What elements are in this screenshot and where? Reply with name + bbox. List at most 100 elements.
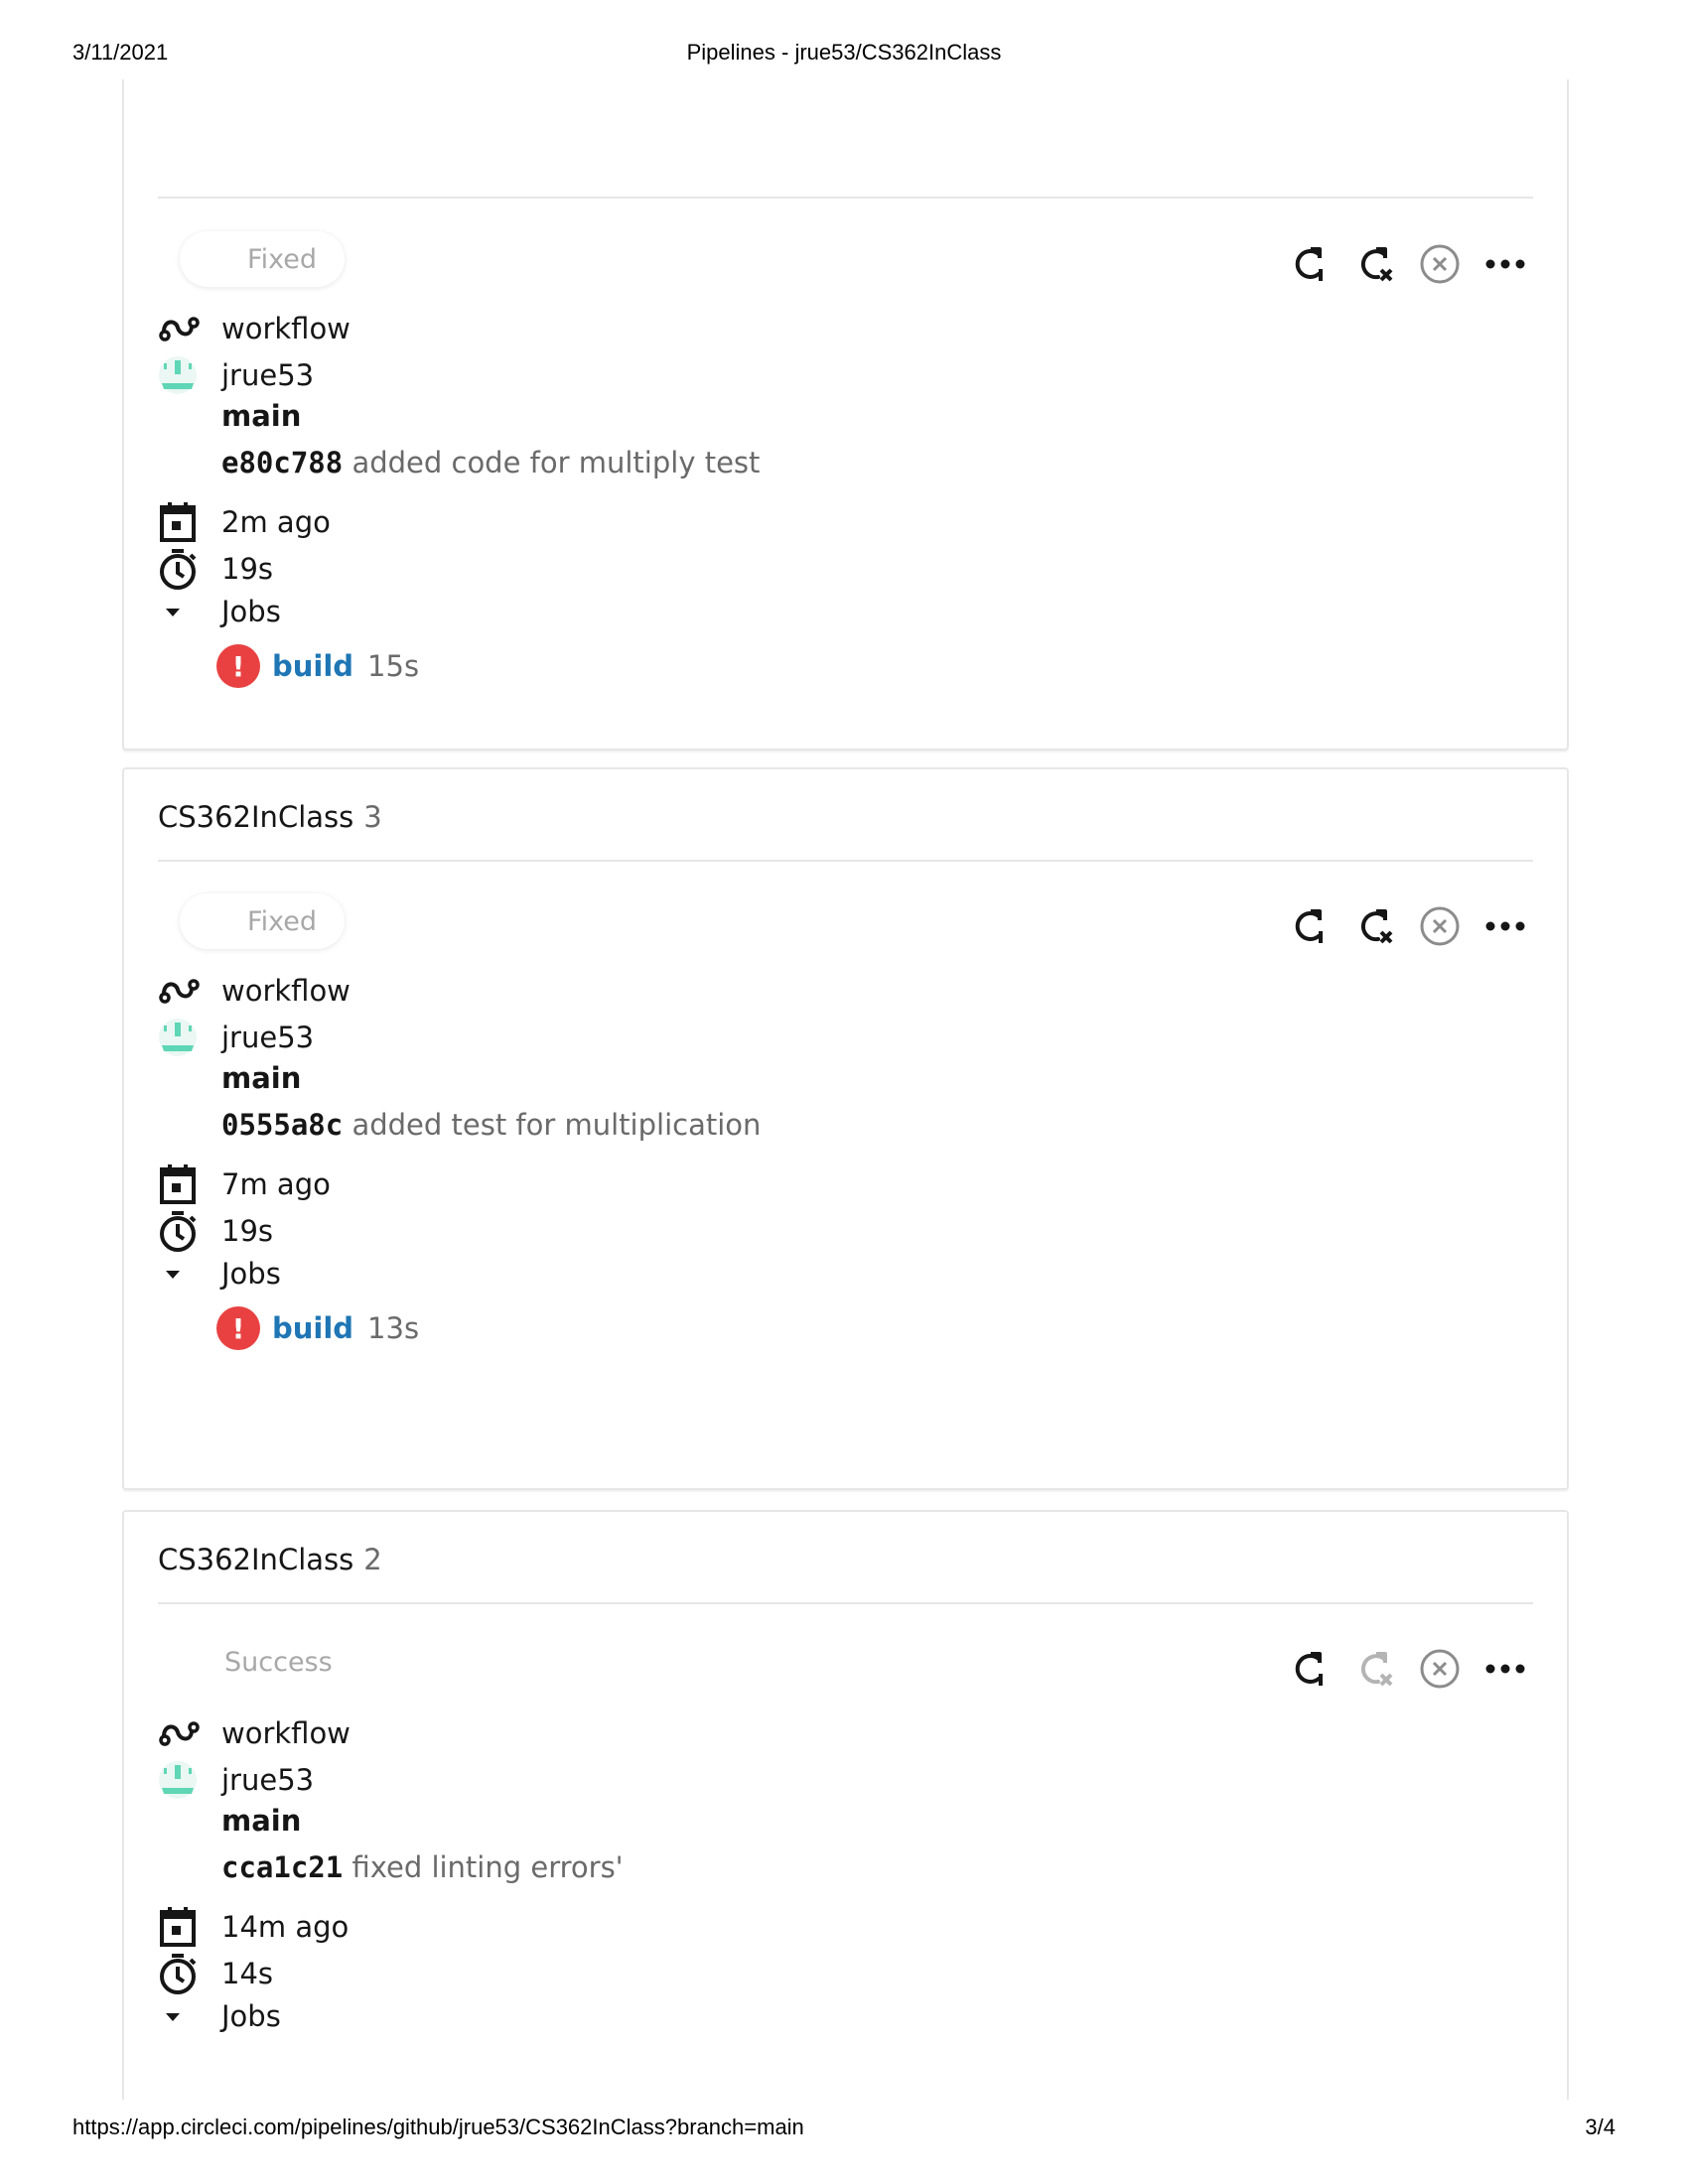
rerun-failed-icon: [1360, 247, 1393, 282]
cancel-button[interactable]: [1417, 1646, 1463, 1692]
branch-name[interactable]: main: [221, 1061, 301, 1095]
commit-sha[interactable]: e80c788: [221, 446, 343, 479]
author-name: jrue53: [221, 1763, 315, 1797]
avatar-icon: [159, 1019, 197, 1056]
avatar-icon: [159, 356, 197, 394]
pipeline-title: CS362InClass 3: [158, 800, 382, 834]
workflow-link[interactable]: workflow: [221, 974, 351, 1008]
pipeline-actions: [1286, 1644, 1544, 1694]
branch-name[interactable]: main: [221, 1804, 301, 1838]
cancel-button[interactable]: [1417, 903, 1463, 949]
status-badge: Fixed: [180, 893, 345, 949]
calendar-icon: [160, 1164, 196, 1204]
duration-row: 19s: [158, 546, 273, 592]
workflow-row: workflow: [158, 968, 351, 1014]
author-row: jrue53: [158, 1015, 314, 1060]
card-divider: [158, 1602, 1533, 1604]
rerun-button[interactable]: [1286, 241, 1332, 287]
more-button[interactable]: [1482, 241, 1528, 287]
jobs-label: Jobs: [221, 1257, 281, 1291]
print-footer: https://app.circleci.com/pipelines/githu…: [72, 2115, 1616, 2144]
time-row: 14m ago: [158, 1904, 349, 1950]
project-name[interactable]: CS362InClass: [158, 1543, 353, 1576]
branch-row: main: [158, 1055, 301, 1101]
status-badge: Success: [224, 1647, 333, 1678]
commit-row: 0555a8c added test for multiplication: [158, 1102, 761, 1148]
project-name[interactable]: CS362InClass: [158, 800, 353, 834]
calendar-icon: [160, 502, 196, 542]
workflow-link[interactable]: workflow: [221, 1716, 351, 1750]
job-link[interactable]: build: [272, 1311, 353, 1345]
print-header: 3/11/2021 Pipelines - jrue53/CS362InClas…: [72, 40, 1616, 69]
rerun-icon: [1295, 1652, 1323, 1686]
more-button[interactable]: [1482, 903, 1528, 949]
timer-icon: [160, 549, 197, 590]
calendar-icon: [160, 1907, 196, 1947]
pipeline-number: 3: [363, 800, 382, 834]
cancel-icon: [1420, 244, 1460, 284]
workflow-row: workflow: [158, 1710, 351, 1756]
jobs-toggle[interactable]: Jobs: [158, 1993, 281, 2039]
pipeline-card: Fixed workflow jrue53 main e80c788 added…: [122, 79, 1569, 751]
branch-name[interactable]: main: [221, 399, 301, 433]
workflow-link[interactable]: workflow: [221, 312, 351, 345]
jobs-toggle[interactable]: Jobs: [158, 1251, 281, 1297]
jobs-label: Jobs: [221, 1999, 281, 2033]
avatar-icon: [159, 1761, 197, 1799]
rerun-failed-button[interactable]: [1351, 903, 1397, 949]
jobs-toggle[interactable]: Jobs: [158, 589, 281, 634]
status-badge: Fixed: [180, 231, 345, 287]
time-row: 7m ago: [158, 1161, 331, 1207]
rerun-failed-button[interactable]: [1351, 241, 1397, 287]
rerun-failed-button[interactable]: [1351, 1646, 1397, 1692]
commit-message: added code for multiply test: [352, 446, 761, 479]
job-duration: 13s: [367, 1311, 420, 1345]
rerun-button[interactable]: [1286, 903, 1332, 949]
commit-sha[interactable]: 0555a8c: [221, 1108, 343, 1142]
status-label: Fixed: [247, 905, 317, 937]
job-link[interactable]: build: [272, 649, 353, 683]
commit-message: fixed linting errors': [352, 1850, 624, 1884]
caret-down-icon: [166, 609, 180, 616]
workflow-icon: [159, 979, 200, 1004]
pipeline-actions: [1286, 239, 1544, 289]
pipeline-card: CS362InClass 3 Fixed workflow jrue53 mai…: [122, 767, 1569, 1490]
duration: 19s: [221, 1214, 274, 1248]
pipeline-number: 2: [363, 1543, 382, 1576]
commit-row: e80c788 added code for multiply test: [158, 440, 760, 485]
pipeline-title: CS362InClass 2: [158, 1543, 382, 1576]
rerun-failed-icon: [1360, 909, 1393, 944]
branch-row: main: [158, 1798, 301, 1843]
print-page-number: 3/4: [1585, 2115, 1616, 2139]
author-name: jrue53: [221, 358, 315, 392]
commit-sha[interactable]: cca1c21: [221, 1850, 343, 1884]
timer-icon: [160, 1211, 197, 1252]
duration-row: 14s: [158, 1951, 273, 1996]
more-icon: [1485, 259, 1525, 269]
job-duration: 15s: [367, 649, 420, 683]
card-divider: [158, 860, 1533, 862]
pipeline-actions: [1286, 901, 1544, 951]
jobs-label: Jobs: [221, 595, 281, 628]
author-name: jrue53: [221, 1021, 315, 1054]
more-button[interactable]: [1482, 1646, 1528, 1692]
rerun-button[interactable]: [1286, 1646, 1332, 1692]
card-divider: [158, 197, 1533, 199]
caret-down-icon: [166, 1271, 180, 1279]
pipelines-list: Fixed workflow jrue53 main e80c788 added…: [0, 79, 1688, 2100]
workflow-icon: [159, 317, 200, 341]
workflow-row: workflow: [158, 306, 351, 351]
cancel-button[interactable]: [1417, 241, 1463, 287]
status-label: Success: [224, 1647, 333, 1678]
pipeline-card: CS362InClass 2 Success workflow jrue53 m…: [122, 1510, 1569, 2100]
time-ago: 7m ago: [221, 1167, 331, 1201]
workflow-icon: [159, 1721, 200, 1746]
cancel-icon: [1420, 1649, 1460, 1689]
time-ago: 2m ago: [221, 505, 331, 539]
job-row: ! build 13s: [216, 1306, 419, 1350]
rerun-icon: [1295, 247, 1323, 281]
more-icon: [1485, 921, 1525, 931]
author-row: jrue53: [158, 352, 314, 398]
error-icon: !: [216, 644, 260, 688]
error-icon: !: [216, 1306, 260, 1350]
